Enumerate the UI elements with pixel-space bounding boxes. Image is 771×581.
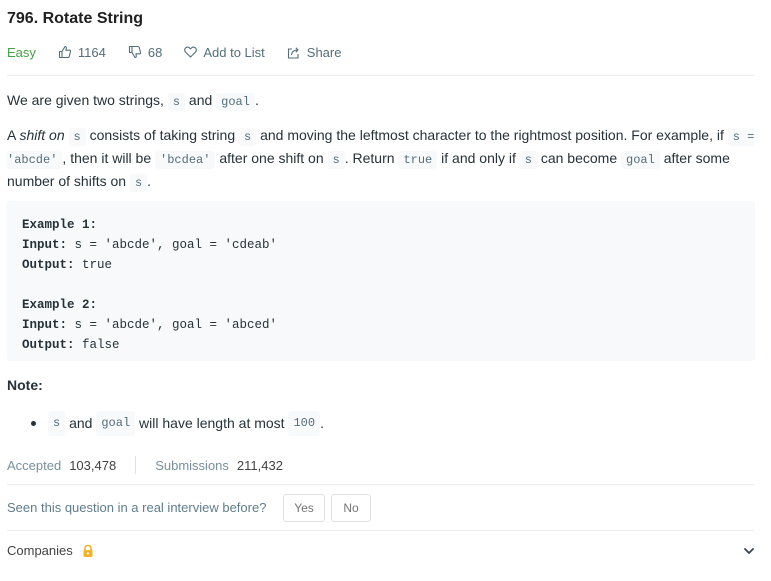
thumbs-down-icon bbox=[128, 45, 141, 59]
text: . bbox=[147, 173, 152, 189]
divider bbox=[7, 484, 755, 485]
companies-toggle[interactable]: Companies bbox=[7, 543, 95, 558]
text: A bbox=[7, 127, 20, 143]
problem-title: 796. Rotate String bbox=[7, 10, 144, 27]
example-input: Input: s = 'abcde', goal = 'cdeab' bbox=[22, 238, 278, 252]
accepted-count: 103,478 bbox=[69, 457, 117, 473]
accepted-label: Accepted bbox=[7, 457, 62, 473]
share-icon bbox=[287, 46, 299, 59]
text bbox=[65, 127, 69, 143]
inline-code: goal bbox=[621, 151, 660, 169]
inline-code: 'bcdea' bbox=[155, 151, 216, 169]
submissions-count: 211,432 bbox=[236, 457, 283, 473]
inline-code: s bbox=[68, 128, 86, 146]
example-output: Output: false bbox=[22, 338, 120, 352]
text: . bbox=[320, 415, 324, 431]
example-heading: Example 1: bbox=[22, 218, 98, 232]
inline-code: 100 bbox=[288, 411, 321, 436]
inline-code: goal bbox=[216, 93, 255, 111]
example-input: Input: s = 'abcde', goal = 'abced' bbox=[22, 318, 278, 332]
heart-icon bbox=[184, 46, 198, 58]
description-paragraph: A shift on s consists of taking string s… bbox=[7, 125, 755, 194]
text: . Return bbox=[344, 150, 399, 166]
inline-code: s bbox=[48, 411, 66, 436]
note-list-item: s and goal will have length at most 100. bbox=[31, 411, 324, 436]
inline-code: s bbox=[129, 174, 148, 192]
chevron-down-icon[interactable] bbox=[743, 543, 755, 559]
inline-code: s bbox=[519, 151, 537, 169]
text: and bbox=[185, 92, 217, 108]
lock-icon bbox=[83, 544, 93, 557]
problem-description: We are given two strings, s and goal. A … bbox=[7, 90, 755, 206]
inline-code: s bbox=[167, 93, 186, 111]
like-count: 1164 bbox=[77, 44, 106, 60]
dislike-button[interactable]: 68 bbox=[128, 45, 162, 60]
text: and moving the leftmost character to the… bbox=[256, 127, 728, 143]
text: if and only if bbox=[437, 150, 520, 166]
inline-code: s bbox=[239, 128, 257, 146]
problem-meta-bar: Easy 1164 68 Add to List Share bbox=[7, 42, 363, 62]
text: We are given two strings, bbox=[7, 92, 168, 108]
text: consists of taking string bbox=[85, 127, 239, 143]
text: . bbox=[254, 92, 259, 108]
note-heading: Note: bbox=[7, 377, 43, 393]
stats-divider bbox=[135, 456, 137, 474]
no-button[interactable]: No bbox=[331, 494, 371, 522]
inline-code: s bbox=[327, 151, 345, 169]
text: , then it will be bbox=[62, 150, 156, 166]
interview-question: Seen this question in a real interview b… bbox=[7, 500, 267, 515]
inline-code: true bbox=[398, 151, 438, 169]
text: can become bbox=[536, 150, 622, 166]
examples-code-block: Example 1: Input: s = 'abcde', goal = 'c… bbox=[7, 201, 755, 361]
yes-button[interactable]: Yes bbox=[283, 494, 325, 522]
divider bbox=[7, 75, 755, 76]
share-button[interactable]: Share bbox=[287, 44, 342, 60]
example-output: Output: true bbox=[22, 258, 113, 272]
description-paragraph: We are given two strings, s and goal. bbox=[7, 90, 755, 113]
difficulty-badge: Easy bbox=[7, 44, 36, 60]
add-to-list-label: Add to List bbox=[203, 44, 265, 60]
like-button[interactable]: 1164 bbox=[58, 45, 106, 60]
text: and bbox=[65, 415, 97, 431]
submissions-label: Submissions bbox=[155, 457, 229, 473]
emphasis: shift on bbox=[19, 127, 65, 143]
dislike-count: 68 bbox=[147, 44, 163, 60]
stats-row: Accepted 103,478 Submissions 211,432 bbox=[7, 456, 283, 474]
divider bbox=[7, 530, 755, 531]
share-label: Share bbox=[306, 44, 342, 60]
thumbs-up-icon bbox=[58, 45, 72, 59]
companies-label: Companies bbox=[7, 543, 73, 558]
text: will have length at most bbox=[135, 415, 289, 431]
bullet-dot bbox=[31, 421, 36, 426]
inline-code: goal bbox=[96, 411, 136, 436]
example-heading: Example 2: bbox=[22, 298, 98, 312]
text: after one shift on bbox=[215, 150, 328, 166]
add-to-list-button[interactable]: Add to List bbox=[184, 44, 265, 60]
